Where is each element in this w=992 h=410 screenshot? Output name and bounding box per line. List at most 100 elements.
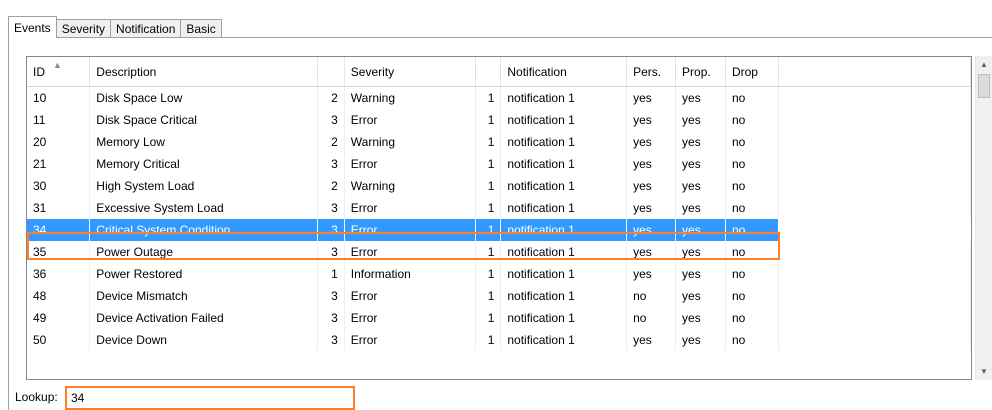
table-row[interactable]: 34 Critical System Condition 3 Error 1 notifi… — [27, 219, 971, 241]
table-row[interactable]: 30 High System Load 2 Warning 1 notification … — [27, 175, 971, 197]
cell-drop: no — [725, 175, 779, 197]
cell-prop: yes — [675, 109, 726, 131]
tab-notification[interactable]: Notification — [110, 19, 182, 38]
table-row[interactable]: 36 Power Restored 1 Information 1 notificatio… — [27, 263, 971, 285]
cell-drop: no — [725, 219, 779, 241]
cell-notification: notification 1 — [500, 219, 628, 241]
cell-drop: no — [725, 131, 779, 153]
table-row[interactable]: 48 Device Mismatch 3 Error 1 notification 1 no… — [27, 285, 971, 307]
cell-id: 31 — [27, 197, 91, 219]
column-header-drop[interactable]: Drop — [725, 57, 779, 87]
cell-severity: Error — [344, 197, 477, 219]
cell-description: Device Down — [89, 329, 318, 351]
table-row[interactable]: 31 Excessive System Load 3 Error 1 notificati… — [27, 197, 971, 219]
cell-notification: notification 1 — [500, 153, 628, 175]
column-header-description[interactable]: Description — [89, 57, 318, 87]
cell-severity-level: 3 — [317, 285, 345, 307]
cell-pers: no — [626, 285, 677, 307]
cell-id: 10 — [27, 86, 91, 109]
cell-severity-level: 3 — [317, 241, 345, 263]
tab-events[interactable]: Events — [8, 16, 57, 38]
cell-notification-number: 1 — [475, 109, 502, 131]
cell-notification-number: 1 — [475, 263, 502, 285]
cell-description: Memory Critical — [89, 153, 318, 175]
cell-notification-number: 1 — [475, 131, 502, 153]
cell-id: 30 — [27, 175, 91, 197]
table-row[interactable]: 49 Device Activation Failed 3 Error 1 notific… — [27, 307, 971, 329]
cell-severity-level: 3 — [317, 219, 345, 241]
table-row[interactable]: 21 Memory Critical 3 Error 1 notification 1 ye… — [27, 153, 971, 175]
table-row[interactable]: 35 Power Outage 3 Error 1 notification 1 yes ye… — [27, 241, 971, 263]
tab-basic[interactable]: Basic — [180, 19, 222, 38]
scroll-down-icon[interactable]: ▼ — [976, 363, 992, 380]
cell-pers: no — [626, 307, 677, 329]
cell-notification: notification 1 — [500, 307, 628, 329]
cell-notification: notification 1 — [500, 175, 628, 197]
column-header-notification[interactable]: Notification — [500, 57, 628, 87]
cell-description: Excessive System Load — [89, 197, 318, 219]
cell-pers: yes — [626, 109, 677, 131]
cell-description: Critical System Condition — [89, 219, 318, 241]
column-header-pers[interactable]: Pers. — [626, 57, 677, 87]
cell-id: 21 — [27, 153, 91, 175]
cell-severity: Warning — [344, 175, 477, 197]
cell-drop: no — [725, 307, 779, 329]
cell-id: 34 — [27, 219, 91, 241]
column-header-notification-number[interactable] — [475, 57, 502, 87]
cell-notification-number: 1 — [475, 197, 502, 219]
cell-notification: notification 1 — [500, 241, 628, 263]
cell-severity-level: 2 — [317, 86, 345, 109]
cell-severity: Error — [344, 109, 477, 131]
cell-prop: yes — [675, 131, 726, 153]
column-header-id[interactable]: ID ▲ — [27, 57, 91, 87]
cell-severity: Error — [344, 307, 477, 329]
cell-prop: yes — [675, 219, 726, 241]
cell-notification-number: 1 — [475, 285, 502, 307]
cell-drop: no — [725, 263, 779, 285]
cell-description: High System Load — [89, 175, 318, 197]
cell-severity: Warning — [344, 131, 477, 153]
cell-severity-level: 2 — [317, 175, 345, 197]
cell-id: 35 — [27, 241, 91, 263]
scrollbar-thumb[interactable] — [978, 74, 990, 98]
cell-drop: no — [725, 241, 779, 263]
scroll-up-icon[interactable]: ▲ — [976, 56, 992, 73]
tab-severity[interactable]: Severity — [55, 19, 112, 38]
cell-pers: yes — [626, 329, 677, 351]
cell-prop: yes — [675, 175, 726, 197]
column-header-prop[interactable]: Prop. — [675, 57, 726, 87]
cell-filler — [778, 285, 971, 307]
cell-drop: no — [725, 153, 779, 175]
cell-notification: notification 1 — [500, 197, 628, 219]
cell-filler — [778, 175, 971, 197]
cell-filler — [778, 86, 971, 109]
cell-notification-number: 1 — [475, 219, 502, 241]
cell-filler — [778, 197, 971, 219]
table-row[interactable]: 20 Memory Low 2 Warning 1 notification 1 yes ye… — [27, 131, 971, 153]
cell-notification-number: 1 — [475, 307, 502, 329]
cell-filler — [778, 263, 971, 285]
cell-notification: notification 1 — [500, 86, 628, 109]
lookup-input[interactable] — [65, 386, 355, 410]
cell-prop: yes — [675, 86, 726, 109]
cell-prop: yes — [675, 285, 726, 307]
cell-severity: Error — [344, 241, 477, 263]
column-header-label: ID — [33, 64, 45, 79]
table-row[interactable]: 10 Disk Space Low 2 Warning 1 notification 1y… — [27, 86, 971, 109]
cell-id: 49 — [27, 307, 91, 329]
cell-severity: Error — [344, 285, 477, 307]
table-row[interactable]: 11 Disk Space Critical 3 Error 1 notification… — [27, 109, 971, 131]
column-header-severity-level[interactable] — [317, 57, 345, 87]
vertical-scrollbar[interactable]: ▲ ▼ — [975, 56, 992, 380]
lookup-label: Lookup: — [15, 390, 58, 404]
cell-severity: Warning — [344, 86, 477, 109]
cell-pers: yes — [626, 86, 677, 109]
table-row[interactable]: 50 Device Down 3 Error 1 notification 1 yes yes… — [27, 329, 971, 351]
cell-notification: notification 1 — [500, 285, 628, 307]
cell-prop: yes — [675, 307, 726, 329]
column-header-severity[interactable]: Severity — [344, 57, 477, 87]
cell-filler — [778, 153, 971, 175]
cell-notification: notification 1 — [500, 263, 628, 285]
cell-notification: notification 1 — [500, 131, 628, 153]
table-header: ID ▲ Description Severity Notification Pe… — [27, 57, 971, 87]
